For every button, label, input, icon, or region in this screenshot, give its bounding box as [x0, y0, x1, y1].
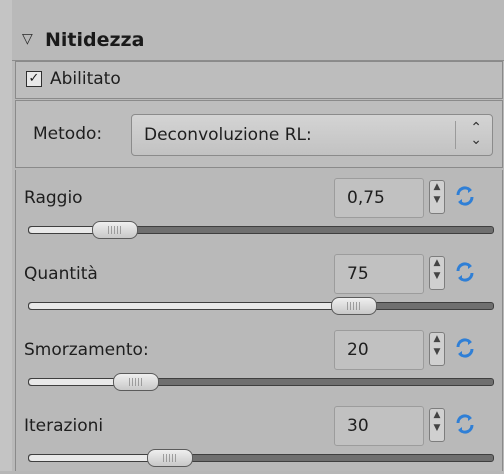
refresh-icon[interactable]: [453, 260, 477, 284]
damping-input[interactable]: 20: [334, 330, 424, 370]
slider-handle[interactable]: [113, 373, 159, 391]
parameters-section: Raggio 0,75 ▲ ▼ Quantità 75 ▲ ▼ Smorzame…: [15, 170, 503, 471]
refresh-icon[interactable]: [453, 412, 477, 436]
method-dropdown[interactable]: Deconvoluzione RL: ⌃ ⌄: [131, 114, 493, 156]
param-value: 20: [347, 340, 369, 360]
enable-row: ✓ Abilitato: [15, 61, 503, 99]
slider-handle[interactable]: [147, 449, 193, 467]
param-row-iterations: Iterazioni 30 ▲ ▼: [16, 398, 502, 474]
updown-chevron-icon: ⌃ ⌄: [470, 120, 482, 148]
refresh-icon[interactable]: [453, 336, 477, 360]
enabled-label[interactable]: Abilitato: [50, 69, 121, 89]
refresh-icon[interactable]: [453, 184, 477, 208]
param-label: Raggio: [24, 188, 83, 208]
spin-updown-icon[interactable]: ▲ ▼: [429, 180, 445, 214]
param-value: 0,75: [347, 188, 385, 208]
panel-header[interactable]: ▽ Nitidezza: [12, 20, 504, 61]
radius-input[interactable]: 0,75: [334, 178, 424, 218]
panel-title: Nitidezza: [45, 29, 145, 51]
param-value: 75: [347, 264, 369, 284]
method-section: Metodo: Deconvoluzione RL: ⌃ ⌄: [15, 100, 503, 168]
param-row-radius: Raggio 0,75 ▲ ▼: [16, 170, 502, 246]
slider-fill: [29, 303, 353, 309]
slider-handle[interactable]: [92, 221, 138, 239]
param-label: Iterazioni: [24, 416, 104, 436]
param-row-amount: Quantità 75 ▲ ▼: [16, 246, 502, 322]
grip-icon: [108, 226, 122, 234]
param-label: Quantità: [24, 264, 98, 284]
iterations-slider[interactable]: [28, 449, 494, 467]
spin-updown-icon[interactable]: ▲ ▼: [429, 332, 445, 366]
slider-handle[interactable]: [331, 297, 377, 315]
radius-slider[interactable]: [28, 221, 494, 239]
spin-updown-icon[interactable]: ▲ ▼: [429, 256, 445, 290]
damping-slider[interactable]: [28, 373, 494, 391]
param-value: 30: [347, 416, 369, 436]
param-label: Smorzamento:: [24, 340, 149, 360]
method-dropdown-value: Deconvoluzione RL:: [144, 125, 312, 145]
sharpening-panel: ▽ Nitidezza ✓ Abilitato Metodo: Deconvol…: [12, 0, 504, 471]
method-label: Metodo:: [33, 124, 103, 144]
spin-updown-icon[interactable]: ▲ ▼: [429, 408, 445, 442]
amount-input[interactable]: 75: [334, 254, 424, 294]
param-row-damping: Smorzamento: 20 ▲ ▼: [16, 322, 502, 398]
iterations-input[interactable]: 30: [334, 406, 424, 446]
amount-slider[interactable]: [28, 297, 494, 315]
grip-icon: [347, 302, 361, 310]
grip-icon: [163, 454, 177, 462]
grip-icon: [129, 378, 143, 386]
triangle-down-icon[interactable]: ▽: [22, 31, 33, 47]
dropdown-divider: [455, 121, 456, 149]
enabled-checkbox[interactable]: ✓: [26, 71, 42, 87]
